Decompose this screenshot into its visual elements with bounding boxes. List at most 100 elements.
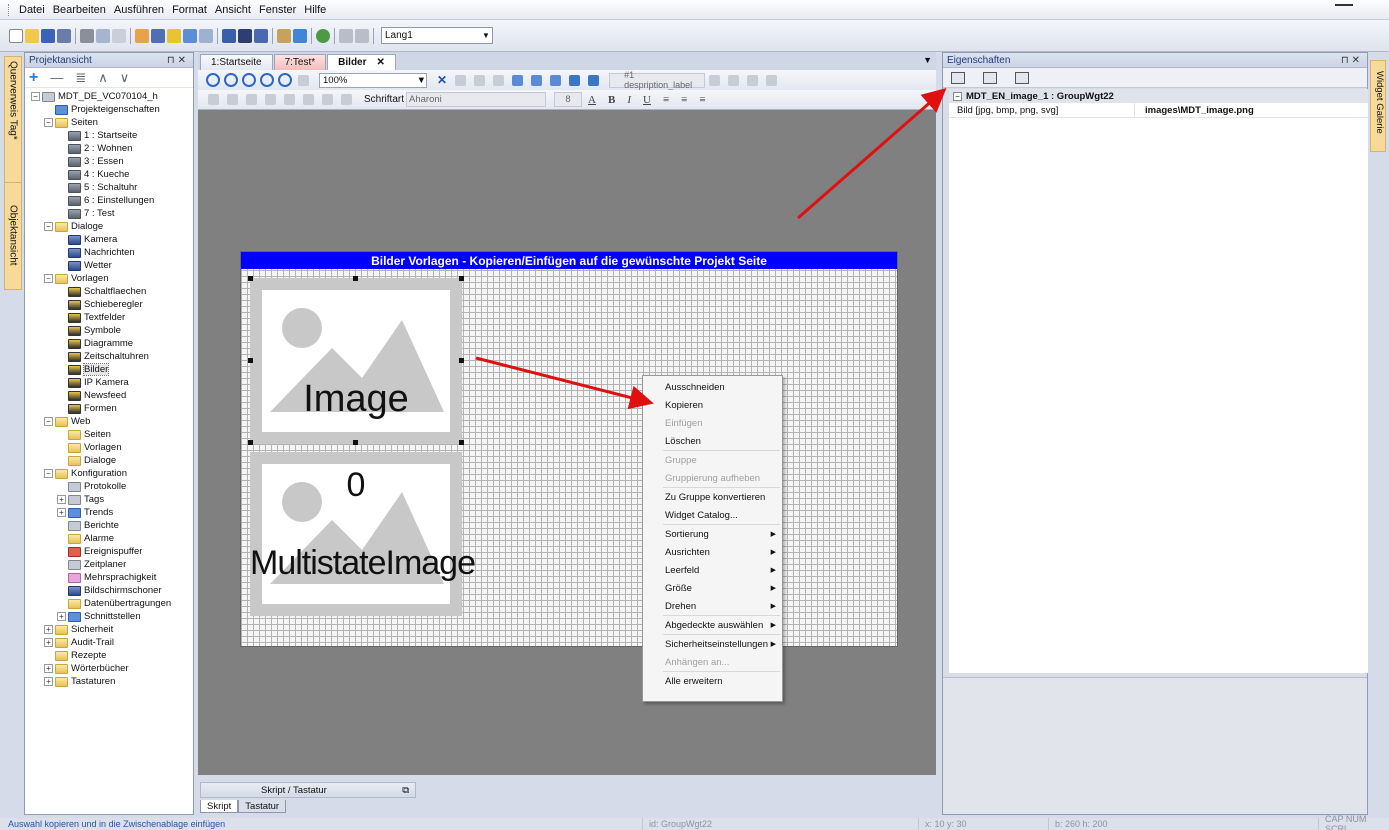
context-menu-item[interactable]: Kopieren	[643, 396, 782, 414]
selection-handle[interactable]	[459, 276, 464, 281]
stop-icon[interactable]	[199, 28, 213, 43]
context-menu-item[interactable]: Sicherheitseinstellungen ▶	[643, 635, 782, 653]
save-all-icon[interactable]	[57, 28, 71, 43]
color-icon[interactable]	[341, 94, 352, 105]
alphabetical-icon[interactable]	[983, 71, 997, 84]
move-down-icon[interactable]: ∨	[120, 70, 130, 86]
help-icon[interactable]	[293, 28, 307, 43]
menu-ansicht[interactable]: Ansicht	[211, 4, 255, 16]
menu-fenster[interactable]: Fenster	[255, 4, 300, 16]
frame-style-icon[interactable]	[208, 94, 219, 105]
expand-icon[interactable]: +	[57, 508, 66, 517]
context-menu-item[interactable]: Widget Catalog...	[643, 506, 782, 524]
tree-item[interactable]: − Dialoge	[25, 220, 193, 233]
collapse-icon[interactable]: −	[953, 91, 962, 101]
property-row[interactable]: Bild [jpg, bmp, png, svg] images\MDT_ima…	[949, 103, 1368, 118]
context-menu-item[interactable]: Ausschneiden	[643, 378, 782, 396]
run-icon[interactable]	[167, 28, 181, 43]
tree-item[interactable]: Mehrsprachigkeit	[25, 571, 193, 584]
bold-icon[interactable]: B	[608, 94, 615, 106]
selection-handle[interactable]	[248, 358, 253, 363]
property-pages-icon[interactable]	[1015, 71, 1029, 84]
tree-item[interactable]: Newsfeed	[25, 389, 193, 402]
font-size-select[interactable]: 8	[554, 92, 583, 107]
rotate-left-icon[interactable]	[512, 74, 524, 86]
tree-item[interactable]: + Sicherheit	[25, 623, 193, 636]
tree-item[interactable]: Formen	[25, 402, 193, 415]
context-menu-item[interactable]: Drehen ▶	[643, 597, 782, 615]
settings-icon[interactable]	[277, 28, 291, 43]
tree-item[interactable]: Nachrichten	[25, 246, 193, 259]
menu-datei[interactable]: Datei	[15, 4, 49, 16]
collapse-icon[interactable]: −	[44, 469, 53, 478]
expand-icon[interactable]: +	[57, 495, 66, 504]
context-menu-item[interactable]: Größe ▶	[643, 579, 782, 597]
expand-icon[interactable]: +	[57, 612, 66, 621]
ungroup-icon[interactable]	[474, 74, 486, 86]
tree-item[interactable]: 1 : Startseite	[25, 129, 193, 142]
pen-icon[interactable]	[151, 28, 165, 43]
download-icon[interactable]	[135, 28, 149, 43]
collapse-icon[interactable]: −	[31, 92, 40, 101]
image-widget[interactable]: Image	[250, 278, 462, 444]
tree-item[interactable]: Rezepte	[25, 649, 193, 662]
zoom-in-icon[interactable]	[206, 73, 220, 87]
add-icon[interactable]: +	[29, 69, 38, 87]
underline-icon[interactable]: U	[643, 94, 651, 106]
property-value[interactable]: images\MDT_image.png	[1135, 105, 1254, 116]
selection-handle[interactable]	[353, 440, 358, 445]
expand-icon[interactable]: +	[44, 664, 53, 673]
tree-item[interactable]: Projekteigenschaften	[25, 103, 193, 116]
tree-item[interactable]: + Wörterbücher	[25, 662, 193, 675]
tree-item[interactable]: Schieberegler	[25, 298, 193, 311]
tab-skript[interactable]: Skript	[200, 800, 239, 813]
info-icon[interactable]	[284, 94, 295, 105]
layer-icon[interactable]	[550, 74, 562, 86]
tree-item[interactable]: Protokolle	[25, 480, 193, 493]
tree-item[interactable]: Zeitschaltuhren	[25, 350, 193, 363]
globe-icon[interactable]	[316, 28, 330, 43]
menu-hilfe[interactable]: Hilfe	[300, 4, 330, 16]
rotate-right-icon[interactable]	[531, 74, 543, 86]
menu-format[interactable]: Format	[168, 4, 211, 16]
grid-icon[interactable]	[222, 28, 236, 43]
tree-item[interactable]: 3 : Essen	[25, 155, 193, 168]
selection-handle[interactable]	[248, 276, 253, 281]
tree-item[interactable]: 6 : Einstellungen	[25, 194, 193, 207]
tree-item[interactable]: Seiten	[25, 428, 193, 441]
tree-item[interactable]: Bildschirmschoner	[25, 584, 193, 597]
tree-item[interactable]: Dialoge	[25, 454, 193, 467]
paste-icon[interactable]	[112, 28, 126, 43]
simulate-icon[interactable]	[183, 28, 197, 43]
frame-icon[interactable]	[493, 74, 505, 86]
align-center-icon[interactable]: ≡	[681, 94, 687, 106]
side-tab-objektansicht[interactable]: Objektansicht	[4, 182, 22, 290]
menu-bearbeiten[interactable]: Bearbeiten	[49, 4, 110, 16]
property-category[interactable]: − MDT_EN_image_1 : GroupWgt22	[949, 89, 1368, 103]
tree-item[interactable]: − Vorlagen	[25, 272, 193, 285]
border-icon[interactable]	[227, 94, 238, 105]
expand-icon[interactable]: +	[44, 677, 53, 686]
group-icon[interactable]	[455, 74, 467, 86]
context-menu-item[interactable]: Ausrichten ▶	[643, 543, 782, 561]
selection-handle[interactable]	[353, 276, 358, 281]
send-back-icon[interactable]	[588, 74, 600, 86]
tab-tastatur[interactable]: Tastatur	[238, 800, 287, 813]
tree-item[interactable]: 4 : Kueche	[25, 168, 193, 181]
bring-front-icon[interactable]	[569, 74, 581, 86]
context-menu-item[interactable]: Leerfeld ▶	[643, 561, 782, 579]
page-title-banner[interactable]: Bilder Vorlagen - Kopieren/Einfügen auf …	[241, 252, 897, 269]
menu-ausfuehren[interactable]: Ausführen	[110, 4, 168, 16]
transparency-icon[interactable]	[246, 94, 257, 105]
collapse-icon[interactable]: −	[44, 118, 53, 127]
tree-item[interactable]: Diagramme	[25, 337, 193, 350]
cut-icon[interactable]	[80, 28, 94, 43]
copy-icon[interactable]	[96, 28, 110, 43]
tree-item[interactable]: Bilder	[25, 363, 193, 376]
move-up-icon[interactable]: ∧	[98, 70, 108, 86]
minimize-icon[interactable]	[1335, 4, 1353, 6]
delete-x-icon[interactable]: ✕	[437, 73, 447, 87]
spacing-icon[interactable]	[766, 74, 778, 86]
context-menu-item[interactable]: Abgedeckte auswählen ▶	[643, 616, 782, 634]
properties-icon[interactable]: ≣	[75, 70, 86, 86]
